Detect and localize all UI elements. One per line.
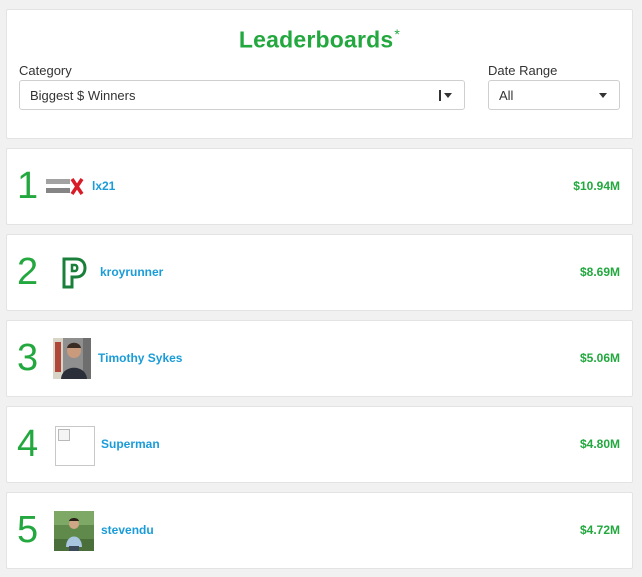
winnings-amount: $4.80M — [579, 437, 620, 451]
user-link[interactable]: Superman — [101, 437, 160, 451]
user-link[interactable]: lx21 — [92, 179, 115, 193]
winnings-amount: $5.06M — [579, 351, 620, 365]
leaderboard-row: 1 lx21 $10.94M — [6, 148, 633, 225]
title-asterisk: * — [394, 26, 401, 42]
date-range-label: Date Range — [488, 63, 558, 78]
page-title: Leaderboards* — [7, 26, 632, 54]
category-select-value: Biggest $ Winners — [30, 88, 136, 103]
avatar-photo[interactable] — [53, 338, 91, 379]
user-link[interactable]: Timothy Sykes — [98, 351, 182, 365]
chevron-down-icon — [599, 93, 607, 98]
avatar-photo[interactable] — [54, 511, 94, 551]
rank-number: 1 — [17, 165, 39, 207]
leaderboard-row: 4 Superman $4.80M — [6, 406, 633, 483]
rank-number: 4 — [17, 423, 39, 465]
text-cursor-icon — [439, 90, 441, 101]
chevron-down-icon — [444, 93, 452, 98]
date-range-select[interactable]: All — [488, 80, 620, 110]
user-link[interactable]: kroyrunner — [100, 265, 163, 279]
leaderboard-row: 3 Timothy Sykes $5.06M — [6, 320, 633, 397]
broken-image-icon[interactable] — [55, 426, 95, 466]
leaderboard-row: 5 stevendu $4.72M — [6, 492, 633, 569]
winnings-amount: $4.72M — [579, 523, 620, 537]
category-label: Category — [19, 63, 72, 78]
p-logo-icon[interactable] — [61, 257, 87, 289]
rank-number: 2 — [17, 251, 39, 293]
date-range-select-value: All — [499, 88, 514, 103]
winnings-amount: $8.69M — [579, 265, 620, 279]
rank-number: 3 — [17, 337, 39, 379]
page-title-text: Leaderboards — [238, 26, 394, 53]
lucky-strike-logo-icon[interactable] — [45, 176, 87, 196]
category-select[interactable]: Biggest $ Winners — [19, 80, 465, 110]
leaderboard-header: Leaderboards* Category Biggest $ Winners… — [6, 9, 633, 139]
leaderboard-row: 2 kroyrunner $8.69M — [6, 234, 633, 311]
winnings-amount: $10.94M — [573, 179, 620, 193]
user-link[interactable]: stevendu — [101, 523, 154, 537]
image-placeholder-icon — [58, 429, 70, 441]
rank-number: 5 — [17, 509, 39, 551]
